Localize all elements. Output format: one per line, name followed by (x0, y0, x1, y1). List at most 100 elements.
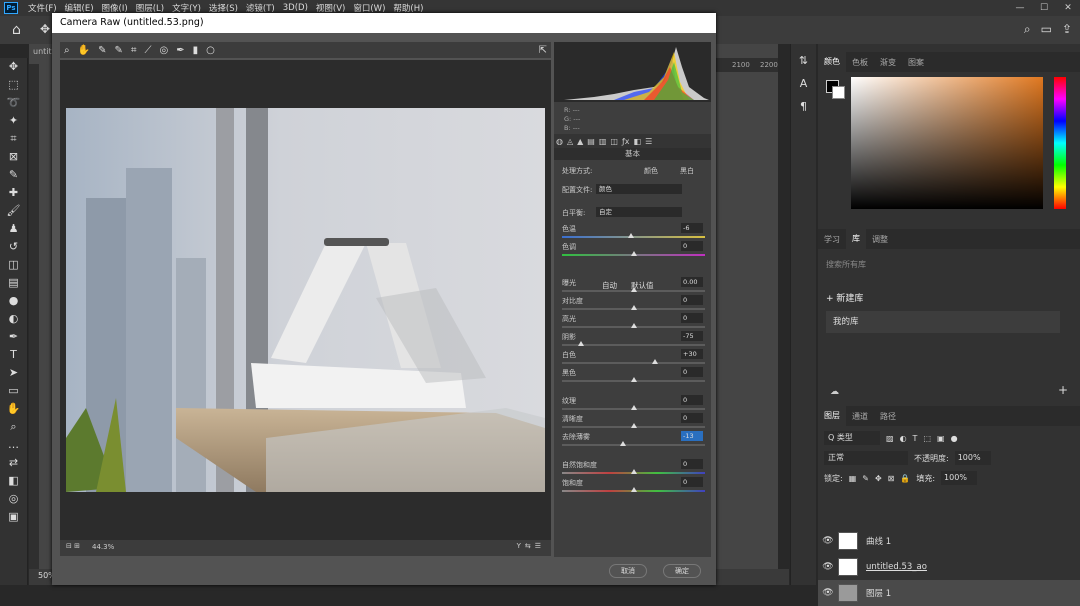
tone-curve-tab-icon[interactable]: ◬ (567, 137, 573, 146)
presets-tab-icon[interactable]: ☰ (645, 137, 652, 146)
background-swatch[interactable] (832, 86, 845, 99)
slider-value-input[interactable]: -75 (681, 331, 703, 341)
workspace-icon[interactable]: ▭ (1041, 22, 1052, 37)
slider-handle[interactable] (630, 305, 637, 310)
slider-handle[interactable] (630, 469, 637, 474)
tab-libraries[interactable]: 库 (846, 229, 866, 249)
tab-learn[interactable]: 学习 (818, 234, 846, 245)
straighten-icon[interactable]: ⟋ (144, 45, 151, 56)
filter-type-icon[interactable]: T (913, 434, 918, 443)
zoom-tool-icon[interactable]: ⌕ (0, 418, 27, 436)
cancel-button[interactable]: 取消 (609, 564, 647, 578)
filter-smart-icon[interactable]: ▣ (937, 434, 945, 443)
slider-track[interactable] (562, 362, 705, 364)
document-canvas[interactable] (716, 44, 778, 569)
healing-brush-icon[interactable]: ✚ (0, 184, 27, 202)
slider-value-input[interactable]: 0.00 (681, 277, 703, 287)
dodge-tool-icon[interactable]: ◐ (0, 310, 27, 328)
tab-swatches[interactable]: 色板 (846, 57, 874, 68)
maximize-button[interactable]: ☐ (1032, 0, 1056, 16)
slider-track[interactable] (562, 444, 705, 446)
radial-filter-icon[interactable]: ○ (206, 45, 215, 56)
marquee-tool-icon[interactable]: ⬚ (0, 76, 27, 94)
slider-handle[interactable] (630, 287, 637, 292)
lasso-tool-icon[interactable]: ➰ (0, 94, 27, 112)
paragraph-icon[interactable]: ¶ (791, 100, 816, 113)
tab-paths[interactable]: 路径 (874, 411, 902, 422)
tab-color[interactable]: 颜色 (818, 52, 846, 72)
slider-handle[interactable] (630, 377, 637, 382)
slider-handle[interactable] (630, 423, 637, 428)
lock-all-icon[interactable]: 🔒 (900, 474, 910, 483)
preview-zoom-level[interactable]: 44.3% (92, 543, 114, 551)
tab-patterns[interactable]: 图案 (902, 57, 930, 68)
tab-adjustments[interactable]: 调整 (866, 234, 894, 245)
character-icon[interactable]: A (791, 77, 816, 90)
fx-tab-icon[interactable]: ƒx (622, 137, 630, 146)
slider-value-input[interactable]: 0 (681, 395, 703, 405)
layer-name[interactable]: untitled.53_ao (866, 562, 927, 572)
filter-pixel-icon[interactable]: ▨ (886, 434, 894, 443)
slider-value-input[interactable]: 0 (681, 459, 703, 469)
slider-value-input[interactable]: -13 (681, 431, 703, 441)
lock-paint-icon[interactable]: ✎ (862, 474, 869, 483)
hue-slider[interactable] (1054, 77, 1066, 209)
slider-handle[interactable] (651, 359, 658, 364)
menu-3d[interactable]: 3D(D) (279, 3, 312, 13)
new-library-button[interactable]: + 新建库 (826, 291, 863, 304)
slider-handle[interactable] (620, 441, 627, 446)
slider-handle[interactable] (630, 323, 637, 328)
detail-tab-icon[interactable]: ▲ (577, 137, 583, 146)
slider-handle[interactable] (630, 405, 637, 410)
slider-value-input[interactable]: -6 (681, 223, 703, 233)
tab-channels[interactable]: 通道 (846, 411, 874, 422)
eraser-icon[interactable]: ◫ (0, 256, 27, 274)
magic-wand-icon[interactable]: ✦ (0, 112, 27, 130)
layer-name[interactable]: 图层 1 (866, 587, 891, 599)
layer-name[interactable]: 曲线 1 (866, 535, 891, 547)
redeye-icon[interactable]: ◎ (159, 45, 168, 56)
adjustment-brush-icon[interactable]: ✒ (176, 45, 184, 56)
add-icon[interactable]: + (1058, 383, 1068, 397)
zoom-controls-icon[interactable]: ⊟ ⊞ (66, 542, 80, 550)
brush-tool-icon[interactable]: 🖌 (0, 202, 27, 220)
hand-icon[interactable]: ✋ (78, 45, 90, 56)
slider-value-input[interactable]: 0 (681, 413, 703, 423)
move-tool-icon[interactable]: ✥ (0, 58, 27, 76)
view-toggle-icon[interactable]: Y⇆☰ (517, 542, 545, 550)
share-icon[interactable]: ⇪ (1062, 22, 1072, 37)
tab-layers[interactable]: 图层 (818, 406, 846, 426)
filter-toggle-icon[interactable]: ● (951, 434, 958, 443)
search-icon[interactable]: ⌕ (1024, 22, 1031, 37)
fullscreen-icon[interactable]: ⇱ (539, 45, 547, 56)
treatment-color-radio[interactable]: 颜色 (644, 166, 658, 176)
slider-value-input[interactable]: +30 (681, 349, 703, 359)
cloud-icon[interactable]: ☁ (830, 387, 839, 397)
crop-tool-icon[interactable]: ⌗ (0, 130, 27, 148)
path-select-icon[interactable]: ➤ (0, 364, 27, 382)
hsl-tab-icon[interactable]: ▤ (587, 137, 595, 146)
slider-value-input[interactable]: 0 (681, 313, 703, 323)
stamp-tool-icon[interactable]: ♟ (0, 220, 27, 238)
move-icon[interactable]: ✥ (40, 22, 50, 36)
white-balance-icon[interactable]: ✎ (98, 45, 106, 56)
color-picker-field[interactable] (851, 77, 1043, 209)
basic-tab-icon[interactable]: ◍ (556, 137, 563, 146)
color-sampler-icon[interactable]: ✎ (114, 45, 122, 56)
slider-value-input[interactable]: 0 (681, 241, 703, 251)
slider-handle[interactable] (627, 233, 634, 238)
filter-shape-icon[interactable]: ⬚ (923, 434, 931, 443)
layer-kind-select[interactable]: Q 类型 (824, 431, 880, 445)
opacity-input[interactable]: 100% (954, 451, 991, 465)
treatment-bw-radio[interactable]: 黑白 (680, 166, 694, 176)
library-search-input[interactable]: 搜索所有库 (826, 259, 1072, 277)
slider-handle[interactable] (630, 487, 637, 492)
eyedropper-icon[interactable]: ✎ (0, 166, 27, 184)
swap-colors-icon[interactable]: ⇄ (0, 454, 27, 472)
slider-value-input[interactable]: 0 (681, 367, 703, 377)
graduated-filter-icon[interactable]: ▮ (193, 45, 199, 56)
type-tool-icon[interactable]: T (0, 346, 27, 364)
blur-tool-icon[interactable]: ● (0, 292, 27, 310)
more-tools-icon[interactable]: … (0, 436, 27, 454)
color-swatch-icon[interactable]: ◧ (0, 472, 27, 490)
